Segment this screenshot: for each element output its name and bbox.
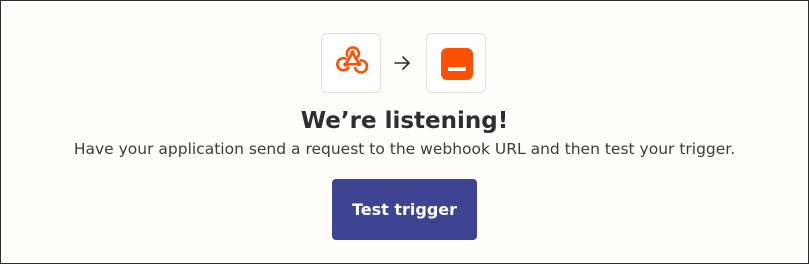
webhook-icon [336, 46, 369, 74]
test-trigger-button[interactable]: Test trigger [332, 179, 477, 240]
page-title: We’re listening! [300, 108, 509, 134]
webhook-app-tile [321, 33, 381, 93]
arrow-right-icon [394, 56, 410, 70]
instructions-text: Have your application send a request to … [73, 140, 736, 158]
trigger-test-panel: We’re listening! Have your application s… [0, 0, 809, 264]
app-connection-row [1, 33, 808, 95]
destination-app-tile [426, 33, 486, 93]
app-window-icon [441, 48, 473, 80]
